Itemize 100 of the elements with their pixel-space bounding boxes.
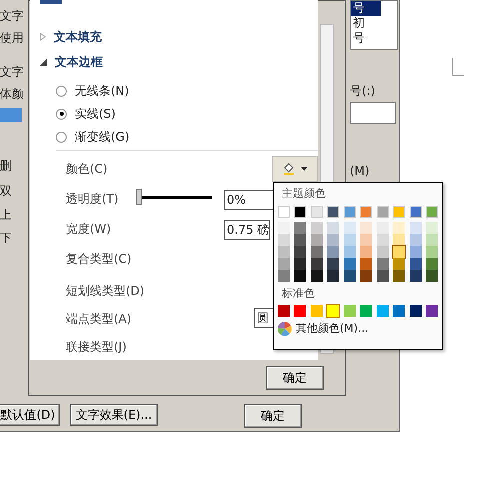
list-item[interactable]: 初 [351,16,381,31]
dialog-label: 删 [0,158,12,174]
color-swatch[interactable] [376,258,389,270]
default-button[interactable]: 默认值(D) [0,404,60,426]
dialog-label: 使用 [0,30,24,46]
color-swatch[interactable] [410,234,422,246]
color-swatch[interactable] [344,270,356,282]
color-swatch[interactable] [294,222,306,234]
transparency-slider[interactable] [136,189,212,205]
color-swatch[interactable] [360,258,372,270]
dialog-label: 双 [0,183,12,199]
ok-button[interactable]: 确定 [244,404,302,428]
color-swatch[interactable] [278,270,290,282]
color-swatch[interactable] [294,246,306,258]
color-swatch[interactable] [376,234,389,246]
color-swatch[interactable] [310,305,323,317]
color-swatch[interactable] [344,305,356,317]
color-swatch[interactable] [393,234,406,246]
color-swatch[interactable] [360,234,372,246]
color-swatch[interactable] [426,258,438,270]
color-wheel-icon [278,322,292,336]
color-swatch[interactable] [376,270,389,282]
color-swatch[interactable] [327,305,340,317]
color-swatch[interactable] [294,270,306,282]
color-swatch[interactable] [360,246,372,258]
color-swatch[interactable] [278,246,290,258]
section-header[interactable]: 文本填充 [40,28,102,46]
radio-option[interactable]: 无线条(N) [56,82,130,100]
color-swatch[interactable] [344,258,356,270]
list-item[interactable]: 号 [351,31,381,46]
color-swatch[interactable] [278,234,290,246]
radio-option[interactable]: 渐变线(G) [56,128,130,146]
ok-button[interactable]: 确定 [266,366,324,390]
value-field[interactable]: 0.75 磅 [224,220,270,240]
color-swatch[interactable] [393,270,406,282]
color-swatch[interactable] [327,222,340,234]
color-swatch[interactable] [410,258,422,270]
expanded-triangle-icon [40,58,47,66]
transparency-field[interactable]: 0% [224,190,274,210]
color-swatch[interactable] [426,305,438,317]
color-swatch[interactable] [376,206,389,218]
text-effects-button[interactable]: 文字效果(E)... [70,404,158,426]
color-swatch[interactable] [410,206,422,218]
dialog-label: 体颜 [0,86,24,102]
color-swatch[interactable] [327,270,340,282]
color-swatch[interactable] [310,206,323,218]
color-swatch[interactable] [426,206,438,218]
section-header[interactable]: 文本边框 [40,53,103,71]
color-swatch[interactable] [410,222,422,234]
color-swatch[interactable] [294,206,306,218]
color-swatch[interactable] [310,258,323,270]
color-swatch[interactable] [410,305,422,317]
color-swatch[interactable] [310,270,323,282]
color-swatch[interactable] [360,270,372,282]
color-swatch[interactable] [393,258,406,270]
color-swatch[interactable] [376,222,389,234]
color-swatch[interactable] [278,222,290,234]
paint-bucket-icon [282,162,296,176]
color-swatch[interactable] [344,246,356,258]
color-swatch[interactable] [376,246,389,258]
color-swatch[interactable] [393,222,406,234]
color-swatch[interactable] [294,305,306,317]
color-swatch[interactable] [327,234,340,246]
color-swatch[interactable] [344,234,356,246]
dropdown-field[interactable] [350,102,396,124]
color-swatch[interactable] [310,234,323,246]
collapsed-triangle-icon [40,33,46,41]
color-swatch[interactable] [327,258,340,270]
color-swatch[interactable] [278,258,290,270]
color-swatch[interactable] [410,270,422,282]
color-swatch[interactable] [344,206,356,218]
list-item[interactable]: 号 [351,1,381,16]
color-swatch[interactable] [426,246,438,258]
color-swatch[interactable] [393,305,406,317]
color-swatch[interactable] [426,270,438,282]
color-swatch[interactable] [360,206,372,218]
color-swatch[interactable] [278,305,290,317]
color-swatch[interactable] [360,222,372,234]
color-swatch[interactable] [310,222,323,234]
color-swatch[interactable] [344,222,356,234]
property-label: 透明度(T) [66,191,119,208]
color-picker-button[interactable] [272,156,318,182]
color-swatch[interactable] [426,234,438,246]
color-swatch[interactable] [278,206,290,218]
radio-option[interactable]: 实线(S) [56,105,116,123]
color-swatch[interactable] [393,206,406,218]
color-swatch[interactable] [294,258,306,270]
color-swatch[interactable] [360,305,372,317]
property-label: 联接类型(J) [66,339,127,356]
color-swatch[interactable] [426,222,438,234]
color-swatch[interactable] [327,206,340,218]
slider-thumb[interactable] [136,189,142,205]
color-swatch[interactable] [410,246,422,258]
color-swatch[interactable] [376,305,389,317]
color-swatch[interactable] [310,246,323,258]
color-swatch[interactable] [327,246,340,258]
color-swatch[interactable] [393,246,406,258]
color-swatch[interactable] [294,234,306,246]
dialog-label: 上 [0,207,12,223]
more-colors-item[interactable]: 其他颜色(M)... [278,321,438,338]
